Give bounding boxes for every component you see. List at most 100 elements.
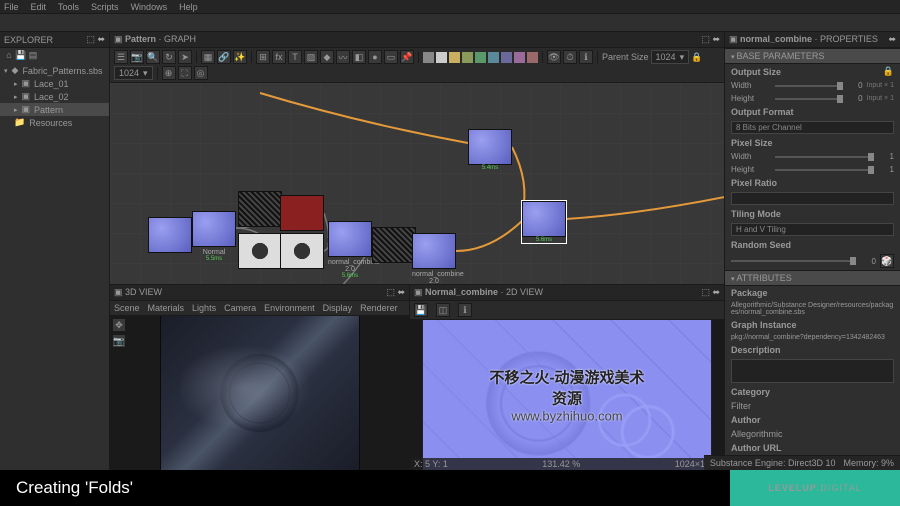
lock-icon[interactable]: 🔒	[691, 52, 702, 63]
lock-icon[interactable]: 🔒	[883, 66, 894, 77]
curve-icon[interactable]: 〰	[336, 50, 350, 64]
graph-node[interactable]: Normal5.5ms	[192, 211, 236, 262]
color-olive[interactable]	[462, 52, 473, 63]
pixel-height-slider[interactable]	[775, 169, 874, 171]
menu-bar: File Edit Tools Scripts Windows Help	[0, 0, 900, 14]
menu-windows[interactable]: Windows	[131, 2, 168, 12]
color-yellow[interactable]	[449, 52, 460, 63]
graph-icon: ▣	[22, 91, 31, 102]
3d-view-panel: ▣ 3D VIEW ⬚ ⬌ Scene Materials Lights Cam…	[110, 285, 410, 470]
space-icon[interactable]: ☰	[114, 50, 128, 64]
tab-lights[interactable]: Lights	[192, 303, 216, 313]
2d-view-canvas[interactable]: 不移之火-动漫游戏美术资源 www.byzhihuo.com X: 5 Y: 1…	[410, 320, 724, 470]
frame-icon[interactable]: ▭	[384, 50, 398, 64]
tree-root[interactable]: ▾◆Fabric_Patterns.sbs	[0, 64, 109, 77]
text-icon[interactable]: T	[288, 50, 302, 64]
graph-node-selected[interactable]: 5.6ms	[522, 201, 566, 243]
pin-icon[interactable]: ⬚ ⬌	[701, 287, 720, 298]
highlight-icon[interactable]: ✨	[233, 50, 247, 64]
color-green[interactable]	[475, 52, 486, 63]
menu-help[interactable]: Help	[179, 2, 198, 12]
tab-display[interactable]: Display	[323, 303, 353, 313]
camera-icon[interactable]: 📷	[112, 334, 126, 348]
graph-canvas[interactable]: Normal5.5ms No Source normal_combine 2.0…	[110, 83, 724, 284]
height-slider[interactable]	[775, 98, 843, 100]
color-purple[interactable]	[514, 52, 525, 63]
material-icon[interactable]: ●	[368, 50, 382, 64]
fit-icon[interactable]: ⛶	[178, 66, 192, 80]
pin-icon[interactable]: ⬚ ⬌	[86, 34, 105, 45]
save-icon[interactable]: 💾	[16, 50, 26, 60]
gradient-icon[interactable]: ◧	[352, 50, 366, 64]
atomic-icon[interactable]: ⊞	[256, 50, 270, 64]
color-red[interactable]	[527, 52, 538, 63]
menu-file[interactable]: File	[4, 2, 19, 12]
pin-icon[interactable]: ⬌	[888, 34, 896, 45]
pin2-icon[interactable]: 📌	[400, 50, 414, 64]
color-gray[interactable]	[423, 52, 434, 63]
3d-view-canvas[interactable]: ✥ 📷	[110, 316, 409, 470]
timer-icon[interactable]: ⏱	[563, 50, 577, 64]
section-attributes[interactable]: ▾ ATTRIBUTES	[725, 270, 900, 286]
open-icon[interactable]: ▤	[28, 50, 38, 60]
pin-icon[interactable]: ⬚ ⬌	[386, 287, 405, 298]
graph-node[interactable]	[280, 233, 324, 269]
graph-node[interactable]	[238, 191, 282, 227]
parent-width-combo[interactable]: 1024▾	[651, 50, 690, 64]
width-slider[interactable]	[775, 85, 843, 87]
menu-edit[interactable]: Edit	[31, 2, 47, 12]
section-base-params[interactable]: ▾ BASE PARAMETERS	[725, 48, 900, 64]
tab-scene[interactable]: Scene	[114, 303, 140, 313]
color-teal[interactable]	[488, 52, 499, 63]
pixel-width-slider[interactable]	[775, 156, 874, 158]
menu-tools[interactable]: Tools	[58, 2, 79, 12]
tiling-input[interactable]	[731, 223, 894, 236]
view-icon[interactable]: 👁	[547, 50, 561, 64]
info-icon[interactable]: ℹ	[458, 303, 472, 317]
tab-renderer[interactable]: Renderer	[360, 303, 398, 313]
gizmo-icon[interactable]: ✥	[112, 318, 126, 332]
tree-item-resources[interactable]: 📁Resources	[0, 116, 109, 129]
graph-node[interactable]	[238, 233, 282, 269]
tab-materials[interactable]: Materials	[148, 303, 185, 313]
tree-item-lace01[interactable]: ▸▣Lace_01	[0, 77, 109, 90]
prop-label: Pixel Size	[731, 138, 773, 148]
menu-scripts[interactable]: Scripts	[91, 2, 119, 12]
pixel-ratio-input[interactable]	[731, 192, 894, 205]
tab-camera[interactable]: Camera	[224, 303, 256, 313]
center-icon[interactable]: ◎	[194, 66, 208, 80]
graph-node[interactable]: normal_combine 2.05.4ms	[412, 233, 456, 284]
tab-environment[interactable]: Environment	[264, 303, 315, 313]
grid-icon[interactable]: ▦	[201, 50, 215, 64]
save-icon[interactable]: 💾	[414, 303, 428, 317]
reset-zoom-icon[interactable]: ⊕	[162, 66, 176, 80]
tree-item-lace02[interactable]: ▸▣Lace_02	[0, 90, 109, 103]
parent-height-combo[interactable]: 1024▾	[114, 66, 153, 80]
refresh-icon[interactable]: ↻	[162, 50, 176, 64]
tree-label: Resources	[29, 118, 72, 128]
graph-node[interactable]: 5.4ms	[468, 129, 512, 171]
explorer-title-bar: EXPLORER ⬚ ⬌	[0, 32, 109, 48]
bitmap-icon[interactable]: ▨	[304, 50, 318, 64]
graph-node[interactable]	[372, 227, 416, 263]
link-icon[interactable]: 🔗	[217, 50, 231, 64]
pin-icon[interactable]: ⬚ ⬌	[701, 34, 720, 45]
graph-node[interactable]	[148, 217, 192, 253]
arrow-icon[interactable]: ➤	[178, 50, 192, 64]
home-icon[interactable]: ⌂	[4, 50, 14, 60]
info-icon[interactable]: ℹ	[579, 50, 593, 64]
seed-slider[interactable]	[731, 260, 856, 262]
svg-icon[interactable]: ◆	[320, 50, 334, 64]
camera-icon[interactable]: 📷	[130, 50, 144, 64]
color-white[interactable]	[436, 52, 447, 63]
tree-item-pattern[interactable]: ▸▣Pattern	[0, 103, 109, 116]
dice-icon[interactable]: 🎲	[880, 254, 894, 268]
search-icon[interactable]: 🔍	[146, 50, 160, 64]
fx-icon[interactable]: fx	[272, 50, 286, 64]
description-input[interactable]	[731, 359, 894, 383]
graph-node[interactable]: normal_combine 2.05.6ms	[328, 221, 372, 279]
split-icon[interactable]: ◫	[436, 303, 450, 317]
color-blue[interactable]	[501, 52, 512, 63]
output-format-input[interactable]	[731, 121, 894, 134]
prop-value: Filter	[725, 399, 900, 413]
